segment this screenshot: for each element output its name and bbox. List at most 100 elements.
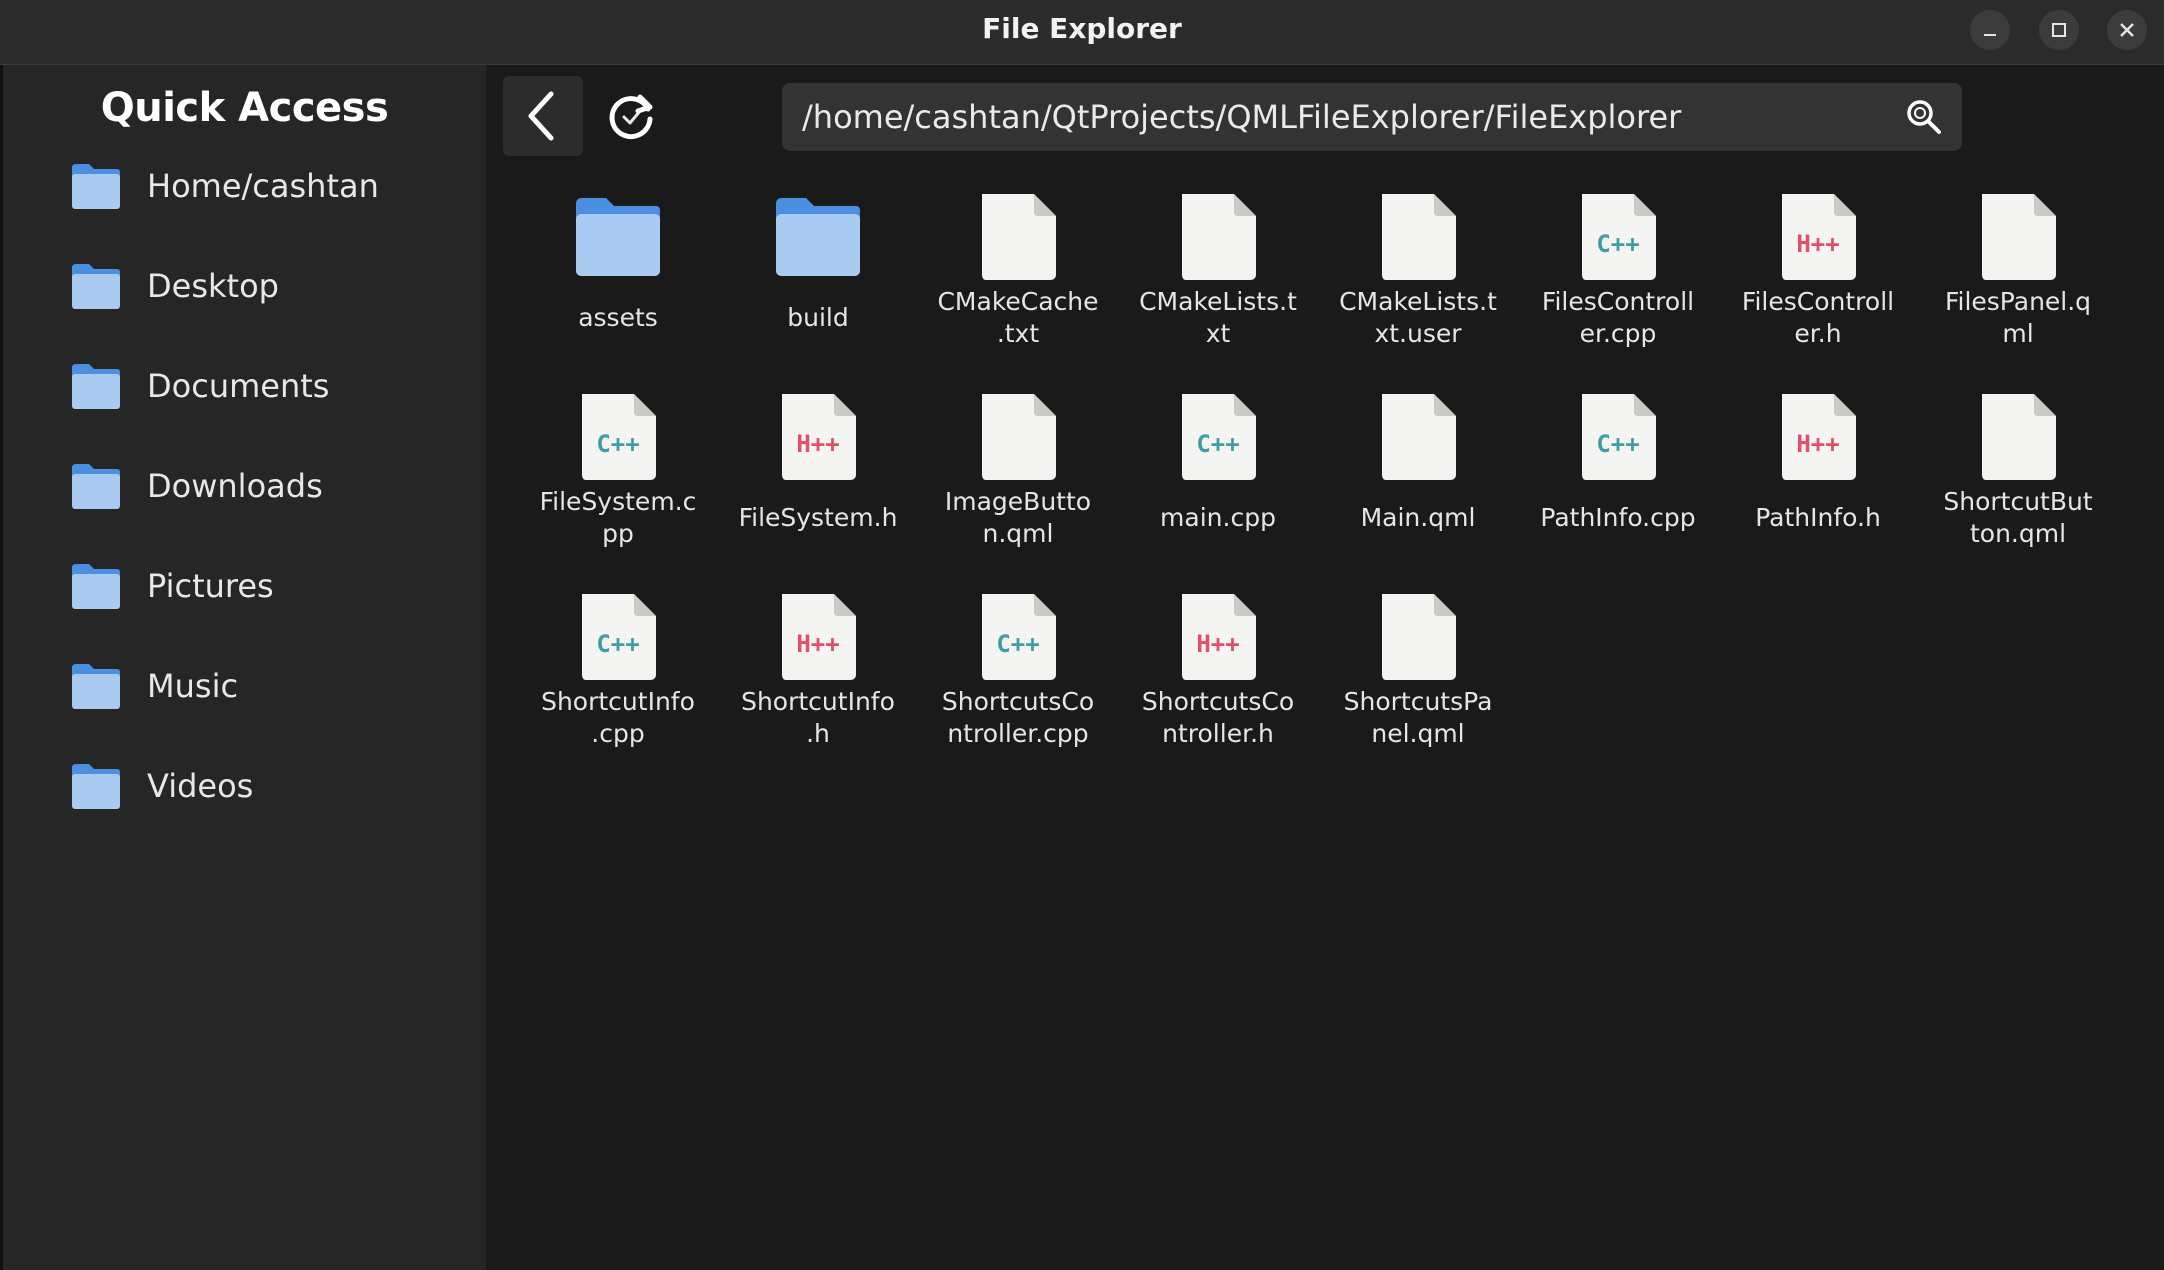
sidebar-item-label: Music bbox=[147, 667, 239, 705]
file-name-line: PathInfo.cpp bbox=[1540, 503, 1696, 532]
svg-text:H++: H++ bbox=[1796, 230, 1839, 258]
file-item[interactable]: CMakeLists.t xt.user bbox=[1318, 186, 1518, 386]
file-item[interactable]: C++ ShortcutsCo ntroller.cpp bbox=[918, 586, 1118, 786]
sidebar-item-home-cashtan[interactable]: Home/cashtan bbox=[71, 156, 461, 216]
file-name: build bbox=[718, 302, 918, 334]
title-bar: File Explorer bbox=[0, 0, 2164, 65]
sidebar-item-documents[interactable]: Documents bbox=[71, 356, 461, 416]
minimize-button[interactable] bbox=[1970, 10, 2010, 50]
svg-text:H++: H++ bbox=[796, 630, 839, 658]
file-name-line: .h bbox=[806, 719, 830, 748]
back-button[interactable] bbox=[503, 76, 583, 156]
sidebar-item-label: Home/cashtan bbox=[147, 167, 379, 205]
file-item[interactable]: CMakeCache .txt bbox=[918, 186, 1118, 386]
file-name-line: CMakeLists.t bbox=[1139, 287, 1297, 316]
close-icon bbox=[2120, 23, 2134, 37]
file-item[interactable]: ImageButto n.qml bbox=[918, 386, 1118, 586]
file-name: ImageButto n.qml bbox=[918, 486, 1118, 550]
file-item[interactable]: C++ ShortcutInfo .cpp bbox=[518, 586, 718, 786]
file-name: ShortcutInfo .cpp bbox=[518, 686, 718, 750]
folder-icon bbox=[776, 198, 860, 276]
svg-text:C++: C++ bbox=[1196, 430, 1239, 458]
file-item[interactable]: ShortcutsPa nel.qml bbox=[1318, 586, 1518, 786]
maximize-icon bbox=[2052, 23, 2066, 37]
sidebar-item-music[interactable]: Music bbox=[71, 656, 461, 716]
file-item[interactable]: ShortcutBut ton.qml bbox=[1918, 386, 2118, 586]
cpp-file-icon: C++ bbox=[982, 594, 1056, 680]
file-item[interactable]: C++ PathInfo.cpp bbox=[1518, 386, 1718, 586]
file-name-line: .txt bbox=[996, 319, 1040, 348]
file-item[interactable]: CMakeLists.t xt bbox=[1118, 186, 1318, 386]
svg-text:C++: C++ bbox=[596, 430, 639, 458]
file-name-line: er.h bbox=[1794, 319, 1842, 348]
path-bar[interactable]: /home/cashtan/QtProjects/QMLFileExplorer… bbox=[782, 83, 1962, 151]
file-item[interactable]: H++ PathInfo.h bbox=[1718, 386, 1918, 586]
file-name: ShortcutInfo .h bbox=[718, 686, 918, 750]
back-arrow-icon bbox=[528, 91, 554, 141]
file-item[interactable]: C++ FilesControll er.cpp bbox=[1518, 186, 1718, 386]
sidebar-heading: Quick Access bbox=[100, 85, 389, 131]
file-name: FilesControll er.h bbox=[1718, 286, 1918, 350]
sidebar-item-videos[interactable]: Videos bbox=[71, 756, 461, 816]
file-name: Main.qml bbox=[1318, 502, 1518, 534]
file-item[interactable]: C++ FileSystem.c pp bbox=[518, 386, 718, 586]
file-icon bbox=[1982, 394, 2056, 480]
file-name-line: build bbox=[787, 303, 849, 332]
sidebar-item-desktop[interactable]: Desktop bbox=[71, 256, 461, 316]
file-item[interactable]: FilesPanel.q ml bbox=[1918, 186, 2118, 386]
file-name: main.cpp bbox=[1118, 502, 1318, 534]
file-name: CMakeLists.t xt.user bbox=[1318, 286, 1518, 350]
search-icon[interactable] bbox=[1904, 97, 1944, 137]
file-name: FilesPanel.q ml bbox=[1918, 286, 2118, 350]
cpp-file-icon: C++ bbox=[1582, 394, 1656, 480]
refresh-button[interactable] bbox=[591, 76, 671, 156]
file-name-line: nel.qml bbox=[1371, 719, 1465, 748]
file-name: PathInfo.cpp bbox=[1518, 502, 1718, 534]
file-icon bbox=[982, 194, 1056, 280]
folder-icon bbox=[72, 764, 120, 809]
file-name: ShortcutsPa nel.qml bbox=[1318, 686, 1518, 750]
sidebar-item-downloads[interactable]: Downloads bbox=[71, 456, 461, 516]
file-name-line: n.qml bbox=[982, 519, 1054, 548]
file-item[interactable]: H++ ShortcutsCo ntroller.h bbox=[1118, 586, 1318, 786]
folder-icon bbox=[72, 264, 120, 309]
file-item[interactable]: C++ main.cpp bbox=[1118, 386, 1318, 586]
header-file-icon: H++ bbox=[1782, 394, 1856, 480]
file-name-line: FileSystem.c bbox=[539, 487, 697, 516]
folder-icon bbox=[72, 664, 120, 709]
file-name: CMakeLists.t xt bbox=[1118, 286, 1318, 350]
file-item[interactable]: H++ FileSystem.h bbox=[718, 386, 918, 586]
file-name-line: ShortcutBut bbox=[1943, 487, 2093, 516]
file-name-line: FileSystem.h bbox=[738, 503, 898, 532]
file-name-line: xt bbox=[1205, 319, 1231, 348]
sidebar-item-label: Downloads bbox=[147, 467, 323, 505]
file-item[interactable]: H++ ShortcutInfo .h bbox=[718, 586, 918, 786]
sidebar-item-pictures[interactable]: Pictures bbox=[71, 556, 461, 616]
file-icon bbox=[1382, 594, 1456, 680]
folder-item[interactable]: build bbox=[718, 186, 918, 386]
file-name: FileSystem.c pp bbox=[518, 486, 718, 550]
file-name-line: main.cpp bbox=[1160, 503, 1276, 532]
svg-text:H++: H++ bbox=[1196, 630, 1239, 658]
file-item[interactable]: H++ FilesControll er.h bbox=[1718, 186, 1918, 386]
svg-text:C++: C++ bbox=[1596, 230, 1639, 258]
folder-icon bbox=[72, 564, 120, 609]
file-name-line: er.cpp bbox=[1579, 319, 1657, 348]
svg-text:H++: H++ bbox=[796, 430, 839, 458]
close-button[interactable] bbox=[2107, 10, 2147, 50]
file-name-line: ShortcutInfo bbox=[541, 687, 695, 716]
file-name-line: ml bbox=[2002, 319, 2034, 348]
maximize-button[interactable] bbox=[2039, 10, 2079, 50]
path-input[interactable]: /home/cashtan/QtProjects/QMLFileExplorer… bbox=[802, 83, 1681, 151]
folder-icon bbox=[72, 464, 120, 509]
header-file-icon: H++ bbox=[782, 394, 856, 480]
file-name: CMakeCache .txt bbox=[918, 286, 1118, 350]
file-item[interactable]: Main.qml bbox=[1318, 386, 1518, 586]
svg-text:C++: C++ bbox=[1596, 430, 1639, 458]
file-name: ShortcutsCo ntroller.h bbox=[1118, 686, 1318, 750]
svg-text:H++: H++ bbox=[1796, 430, 1839, 458]
folder-item[interactable]: assets bbox=[518, 186, 718, 386]
file-name-line: xt.user bbox=[1374, 319, 1462, 348]
header-file-icon: H++ bbox=[782, 594, 856, 680]
sidebar-item-label: Videos bbox=[147, 767, 254, 805]
